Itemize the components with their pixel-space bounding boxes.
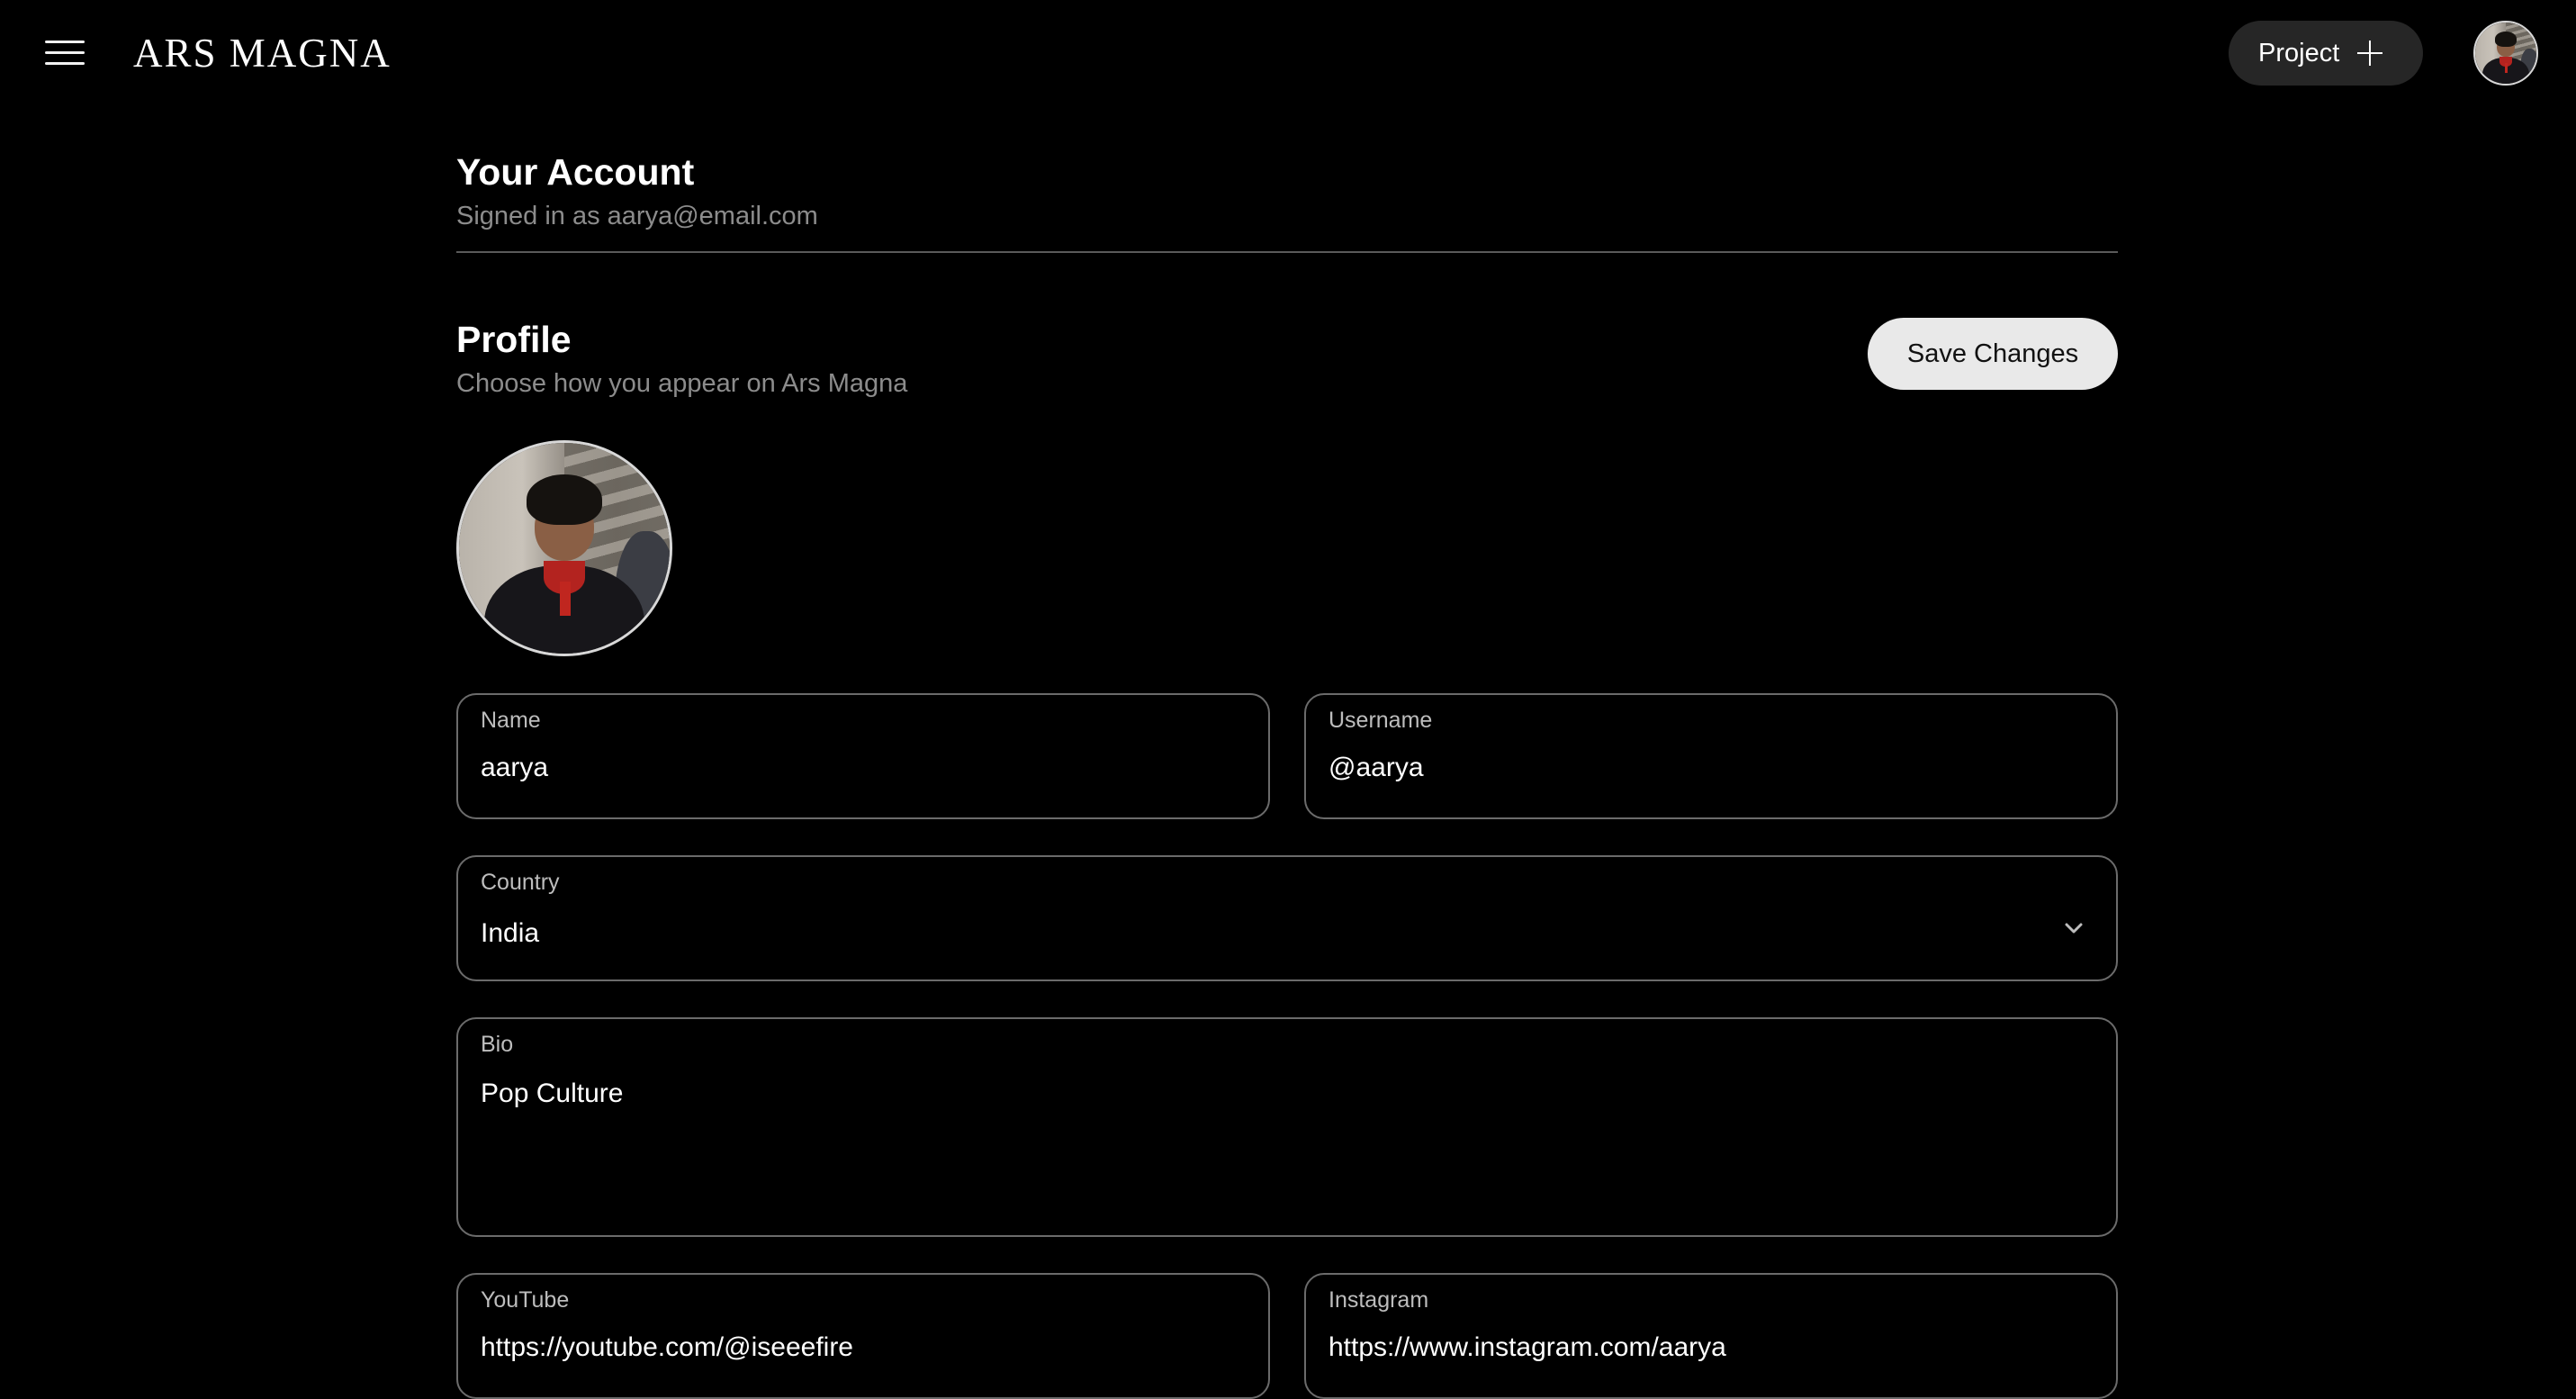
hamburger-menu-icon[interactable] [45, 38, 86, 67]
project-button-label: Project [2258, 38, 2340, 68]
new-project-button[interactable]: Project [2229, 21, 2423, 86]
profile-avatar[interactable] [456, 440, 672, 656]
name-label: Name [481, 708, 541, 733]
country-label: Country [481, 870, 560, 895]
divider [456, 251, 2118, 253]
avatar-photo [2475, 23, 2536, 84]
menu-line [45, 41, 85, 43]
profile-title: Profile [456, 319, 572, 360]
name-field[interactable]: Name aarya [456, 693, 1270, 819]
bio-field[interactable]: Bio Pop Culture [456, 1017, 2118, 1237]
bio-label: Bio [481, 1032, 514, 1057]
user-avatar[interactable] [2473, 21, 2538, 86]
username-field[interactable]: Username @aarya [1304, 693, 2118, 819]
profile-subtitle: Choose how you appear on Ars Magna [456, 369, 908, 398]
instagram-field[interactable]: Instagram https://www.instagram.com/aary… [1304, 1273, 2118, 1399]
bio-textarea[interactable]: Pop Culture [481, 1079, 623, 1109]
plus-icon [2357, 41, 2383, 66]
brand-logo[interactable]: ARS MAGNA [133, 27, 392, 79]
menu-line [45, 51, 85, 54]
name-input[interactable]: aarya [481, 753, 548, 783]
username-label: Username [1329, 708, 1433, 733]
signed-in-text: Signed in as aarya@email.com [456, 202, 818, 230]
youtube-input[interactable]: https://youtube.com/@iseeefire [481, 1332, 853, 1363]
instagram-input[interactable]: https://www.instagram.com/aarya [1329, 1332, 1726, 1363]
youtube-field[interactable]: YouTube https://youtube.com/@iseeefire [456, 1273, 1270, 1399]
top-bar: ARS MAGNA Project [0, 0, 2576, 106]
country-select[interactable]: Country India [456, 855, 2118, 981]
menu-line [45, 62, 85, 65]
youtube-label: YouTube [481, 1287, 570, 1313]
save-changes-button[interactable]: Save Changes [1868, 318, 2118, 390]
account-title: Your Account [456, 151, 695, 193]
chevron-down-icon[interactable] [2064, 918, 2084, 938]
instagram-label: Instagram [1329, 1287, 1429, 1313]
username-input[interactable]: @aarya [1329, 753, 1424, 783]
country-value[interactable]: India [481, 918, 539, 949]
profile-photo [459, 443, 670, 654]
